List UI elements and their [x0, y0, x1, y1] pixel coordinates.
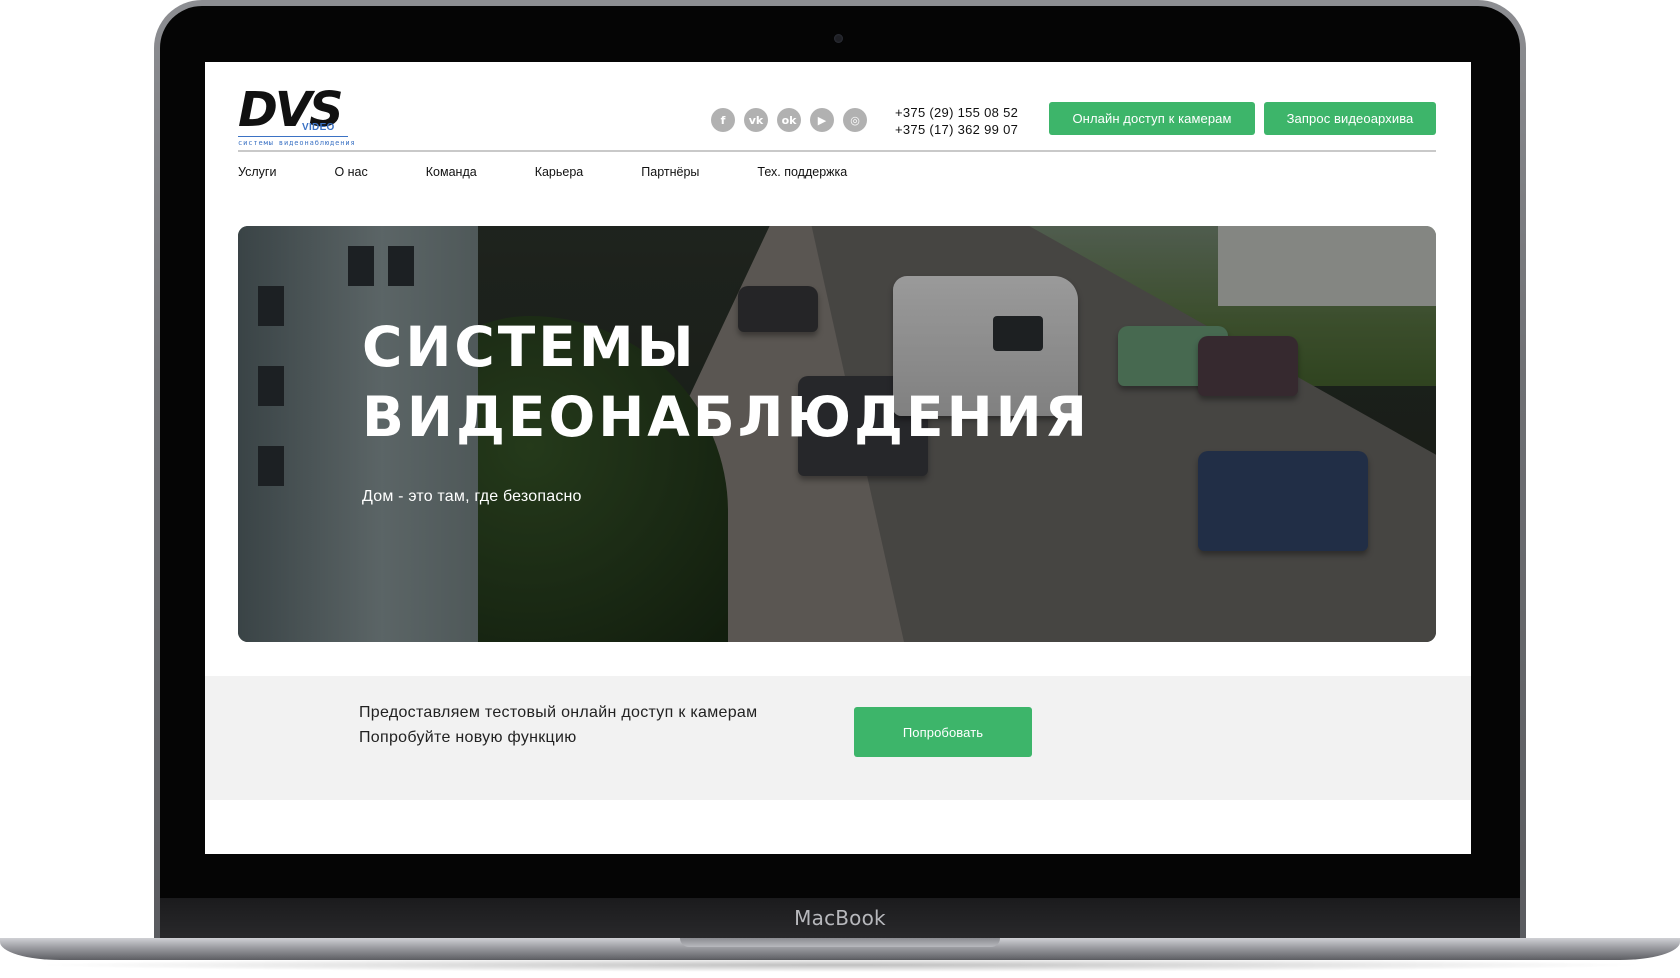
nav-item-career[interactable]: Карьера: [535, 165, 584, 179]
phone-1[interactable]: +375 (29) 155 08 52: [895, 104, 1018, 121]
site-logo[interactable]: DVS VIDEO системы видеонаблюдения: [238, 82, 356, 148]
header-divider: [238, 150, 1436, 152]
device-brand-label: MacBook: [794, 906, 886, 930]
hero-subtitle: Дом - это там, где безопасно: [362, 488, 582, 505]
odnoklassniki-icon[interactable]: ok: [777, 108, 801, 132]
main-nav: Услуги О нас Команда Карьера Партнёры Те…: [238, 165, 905, 179]
promo-text-line-2: Попробуйте новую функцию: [359, 729, 577, 746]
instagram-icon[interactable]: ◎: [843, 108, 867, 132]
nav-item-services[interactable]: Услуги: [238, 165, 276, 179]
contact-phones: +375 (29) 155 08 52 +375 (17) 362 99 07: [895, 104, 1018, 138]
phone-2[interactable]: +375 (17) 362 99 07: [895, 121, 1018, 138]
try-button[interactable]: Попробовать: [854, 707, 1032, 757]
laptop-base-notch: [680, 938, 1000, 947]
vk-icon[interactable]: vk: [744, 108, 768, 132]
logo-sub: VIDEO: [302, 122, 335, 133]
promo-strip: Предоставляем тестовый онлайн доступ к к…: [205, 676, 1471, 800]
screen: DVS VIDEO системы видеонаблюдения f vk o…: [205, 62, 1471, 854]
nav-item-partners[interactable]: Партнёры: [641, 165, 699, 179]
laptop-mockup: DVS VIDEO системы видеонаблюдения f vk o…: [0, 0, 1680, 978]
nav-item-team[interactable]: Команда: [426, 165, 477, 179]
hero-title-line-2: видеонаблюдения: [362, 385, 1090, 449]
facebook-icon[interactable]: f: [711, 108, 735, 132]
hero-title-line-1: Системы: [362, 315, 697, 379]
online-access-button[interactable]: Онлайн доступ к камерам: [1049, 102, 1255, 135]
logo-tagline: системы видеонаблюдения: [238, 139, 356, 147]
nav-item-support[interactable]: Тех. поддержка: [757, 165, 847, 179]
youtube-icon[interactable]: ▶: [810, 108, 834, 132]
archive-request-button[interactable]: Запрос видеоархива: [1264, 102, 1436, 135]
hero-title: Системы видеонаблюдения: [362, 312, 1090, 452]
social-links: f vk ok ▶ ◎: [711, 108, 867, 132]
hero-banner: Системы видеонаблюдения Дом - это там, г…: [238, 226, 1436, 642]
webcam-icon: [834, 34, 843, 43]
nav-item-about[interactable]: О нас: [334, 165, 367, 179]
logo-rule: [238, 136, 348, 137]
promo-text-line-1: Предоставляем тестовый онлайн доступ к к…: [359, 704, 758, 721]
laptop-shadow: [30, 958, 1650, 972]
